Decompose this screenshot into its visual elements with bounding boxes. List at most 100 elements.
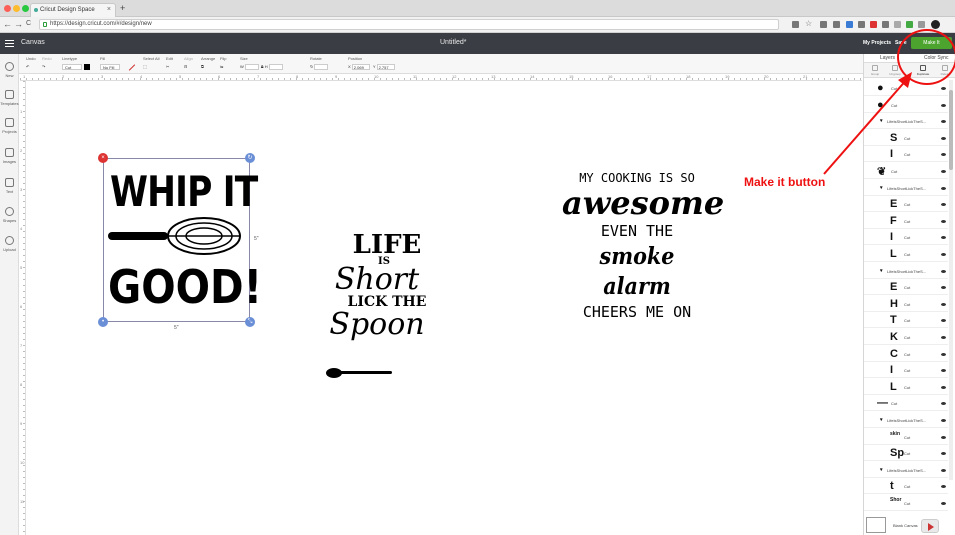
size-group[interactable]: Size W 🔒︎ H	[240, 56, 285, 70]
maximize-window-icon[interactable]	[22, 5, 29, 12]
sidebar-item-images[interactable]: Images	[0, 148, 19, 164]
rotate-input[interactable]: ↻	[310, 64, 330, 70]
visibility-eye-icon[interactable]	[941, 302, 946, 306]
redo-group[interactable]: Redo ↷	[42, 56, 52, 70]
size-w-input[interactable]	[244, 64, 259, 70]
visibility-eye-icon[interactable]	[941, 219, 946, 223]
visibility-eye-icon[interactable]	[941, 435, 946, 439]
sidebar-item-upload[interactable]: Upload	[0, 236, 19, 252]
blank-canvas-swatch[interactable]	[866, 517, 886, 533]
position-x-input[interactable]: 2.069	[351, 64, 370, 70]
visibility-eye-icon[interactable]	[941, 419, 946, 422]
sidebar-item-text[interactable]: Text	[0, 178, 19, 194]
visibility-eye-icon[interactable]	[941, 136, 946, 140]
undo-group[interactable]: Undo ↶	[26, 56, 36, 70]
select-all-group[interactable]: Select All ⬚	[143, 56, 159, 70]
layer-row[interactable]: H Cut	[864, 296, 948, 312]
layer-row[interactable]: skin Cut	[864, 429, 948, 445]
undo-icon[interactable]: ↶	[26, 64, 36, 70]
layer-row[interactable]: L Cut	[864, 379, 948, 395]
rotate-group[interactable]: Rotate ↻	[310, 56, 330, 70]
layer-row[interactable]: E Cut	[864, 196, 948, 213]
key-icon[interactable]	[792, 21, 799, 28]
forward-button[interactable]: →	[14, 19, 23, 29]
layer-group-row[interactable]: ▾ LifeIsShortLickTheS...	[864, 462, 948, 478]
lock-icon[interactable]: 🔒︎	[261, 64, 264, 70]
visibility-eye-icon[interactable]	[941, 286, 946, 290]
redo-icon[interactable]: ↷	[42, 64, 52, 70]
visibility-eye-icon[interactable]	[941, 253, 946, 256]
extension-icon[interactable]	[858, 21, 865, 28]
visibility-eye-icon[interactable]	[941, 385, 946, 389]
visibility-eye-icon[interactable]	[941, 352, 946, 356]
layer-group-row[interactable]: ▾ LifeIsShortLickTheS...	[864, 180, 948, 196]
life-is-short-design[interactable]: LIFE IS Short LICK THE Spoon	[307, 232, 447, 340]
arrange-group[interactable]: Arrange ⧉	[201, 56, 215, 70]
extension-icon[interactable]	[882, 21, 889, 28]
layer-row[interactable]: E Cut	[864, 279, 948, 296]
layer-row[interactable]: I Cut	[864, 362, 948, 379]
arrange-icon[interactable]: ⧉	[201, 64, 215, 70]
browser-tab[interactable]: Cricut Design Space ×	[30, 3, 116, 17]
visibility-eye-icon[interactable]	[941, 402, 946, 406]
star-icon[interactable]: ☆	[805, 19, 812, 28]
edit-icon[interactable]: ✂	[166, 64, 173, 70]
profile-avatar[interactable]	[931, 20, 940, 29]
lock-handle-icon[interactable]: •	[98, 317, 108, 327]
close-window-icon[interactable]	[4, 5, 11, 12]
my-projects-button[interactable]: My Projects	[863, 40, 891, 46]
flip-icon[interactable]: ⇋	[220, 64, 226, 70]
linetype-group[interactable]: Linetype Cut	[62, 56, 90, 70]
minimize-window-icon[interactable]	[13, 5, 20, 12]
layer-row[interactable]: C Cut	[864, 346, 948, 362]
size-h-input[interactable]	[268, 64, 283, 70]
flip-group[interactable]: Flip ⇋	[220, 56, 226, 70]
tab-layers[interactable]: Layers	[880, 55, 895, 61]
visibility-eye-icon[interactable]	[941, 269, 946, 273]
linetype-select[interactable]: Cut	[62, 64, 90, 70]
visibility-eye-icon[interactable]	[941, 369, 946, 373]
position-inputs[interactable]: X 2.069 Y 2.757	[348, 64, 397, 70]
visibility-eye-icon[interactable]	[941, 87, 946, 90]
sidebar-item-new[interactable]: New	[0, 62, 19, 78]
visibility-eye-icon[interactable]	[941, 502, 946, 505]
layer-group-row[interactable]: ▾ LifeIsShortLickTheS...	[864, 412, 948, 428]
layer-row[interactable]: I Cut	[864, 229, 948, 246]
edit-group[interactable]: Edit ✂	[166, 56, 173, 70]
extension-icon[interactable]	[870, 21, 877, 28]
visibility-eye-icon[interactable]	[941, 170, 946, 173]
visibility-eye-icon[interactable]	[941, 103, 946, 107]
visibility-eye-icon[interactable]	[941, 120, 946, 124]
whip-it-good-design[interactable]: WHIP IT	[110, 171, 258, 213]
extension-icon[interactable]	[833, 21, 840, 28]
layer-row[interactable]: t Cut	[864, 478, 948, 495]
linetype-color-swatch[interactable]	[84, 64, 90, 70]
resize-handle-icon[interactable]: ⤡	[245, 317, 255, 327]
layer-row[interactable]: — Cut	[864, 395, 948, 412]
size-inputs[interactable]: W 🔒︎ H	[240, 64, 285, 70]
visibility-eye-icon[interactable]	[941, 186, 946, 190]
visibility-eye-icon[interactable]	[941, 319, 946, 323]
new-tab-button[interactable]: +	[120, 3, 125, 13]
hamburger-menu-icon[interactable]	[5, 40, 14, 49]
extension-icon[interactable]	[846, 21, 853, 28]
layer-row[interactable]: L Cut	[864, 246, 948, 262]
video-play-icon[interactable]	[921, 519, 939, 533]
layer-row[interactable]: K Cut	[864, 329, 948, 345]
layer-row[interactable]: Sp Cut	[864, 445, 948, 462]
sidebar-item-templates[interactable]: Templates	[0, 90, 19, 106]
panel-scrollbar[interactable]	[949, 80, 953, 480]
visibility-eye-icon[interactable]	[941, 452, 946, 456]
scrollbar-thumb[interactable]	[949, 90, 953, 170]
visibility-eye-icon[interactable]	[941, 236, 946, 240]
sidebar-item-shapes[interactable]: Shapes	[0, 207, 19, 223]
layer-row[interactable]: F Cut	[864, 213, 948, 229]
position-group[interactable]: Position X 2.069 Y 2.757	[348, 56, 397, 70]
visibility-eye-icon[interactable]	[941, 336, 946, 339]
position-y-input[interactable]: 2.757	[376, 64, 395, 70]
extension-icon[interactable]	[918, 21, 925, 28]
close-tab-icon[interactable]: ×	[107, 6, 111, 13]
align-icon[interactable]: ⊟	[184, 64, 193, 70]
visibility-eye-icon[interactable]	[941, 485, 946, 489]
rotate-handle-icon[interactable]: ↻	[245, 153, 255, 163]
